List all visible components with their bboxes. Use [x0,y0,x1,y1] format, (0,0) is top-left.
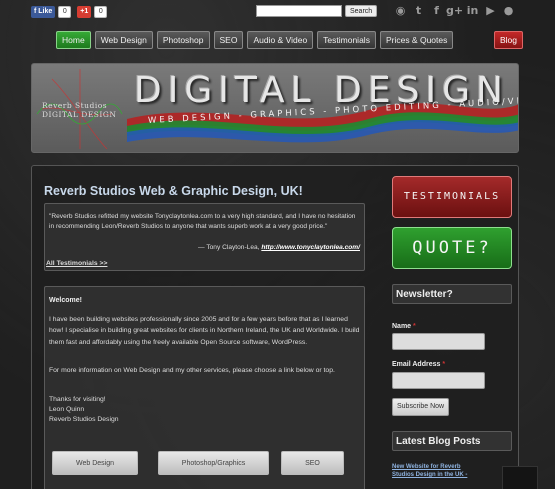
signoff-line: Leon Quinn [49,406,85,413]
twitter-icon[interactable]: t [412,4,425,17]
search-input[interactable] [256,5,342,17]
social-share-bar: f Like 0 +1 0 [31,5,108,18]
nav-item-testimonials[interactable]: Testimonials [317,31,376,49]
google-plus-icon[interactable]: g+ [446,4,463,17]
name-label-text: Name [392,323,412,330]
testimonial-attribution: — Tony Clayton-Lea, http://www.tonyclayt… [198,244,360,251]
logo-line-2: DIGITAL DESIGN [42,110,117,119]
rss-icon[interactable]: ◉ [394,4,407,17]
email-label-text: Email Address [392,361,441,368]
nav-item-blog[interactable]: Blog [494,31,524,49]
quote-button[interactable]: QUOTE? [392,227,512,269]
seo-button[interactable]: SEO [281,451,344,475]
service-buttons: Web Design Photoshop/Graphics SEO [52,451,352,476]
required-marker: * [442,361,446,368]
latest-blog-posts-heading: Latest Blog Posts [392,431,512,451]
welcome-paragraph-2: For more information on Web Design and m… [49,367,335,374]
social-icons-bar: ◉ t f g+ in ▶ ● [394,4,515,17]
blog-post-link[interactable]: New Website for Reverb Studios Design in… [392,463,470,479]
email-field[interactable] [392,372,485,389]
nav-item-audio-video[interactable]: Audio & Video [247,31,314,49]
main-nav: Home Web Design Photoshop SEO Audio & Vi… [56,31,454,49]
name-field[interactable] [392,333,485,350]
nav-item-home[interactable]: Home [56,31,91,49]
blog-post-thumbnail[interactable] [502,466,538,489]
email-label: Email Address * [392,361,445,368]
nav-item-web-design[interactable]: Web Design [94,31,153,49]
search-button[interactable]: Search [345,5,378,17]
name-label: Name * [392,323,416,330]
content-panel: Reverb Studios Web & Graphic Design, UK!… [31,165,538,489]
newsletter-heading: Newsletter? [392,284,512,304]
photoshop-graphics-button[interactable]: Photoshop/Graphics [158,451,269,475]
all-testimonials-link[interactable]: All Testimonials >> [46,260,107,267]
required-marker: * [413,323,416,330]
subscribe-button[interactable]: Subscribe Now [392,398,450,416]
nav-item-prices-quotes[interactable]: Prices & Quotes [379,31,454,49]
welcome-signoff: Thanks for visiting! Leon Quinn Reverb S… [49,395,362,425]
header-banner: Reverb Studios DIGITAL DESIGN DIGITAL DE… [31,63,519,153]
welcome-title: Welcome! [49,297,82,304]
facebook-like-count: 0 [58,5,72,18]
signoff-line: Reverb Studios Design [49,416,119,423]
google-plus-count: 0 [94,5,108,18]
google-plus-button[interactable]: +1 [77,5,92,18]
testimonial-author: — Tony Clayton-Lea, [198,244,260,251]
facebook-icon[interactable]: f [430,4,443,17]
testimonial-quote: "Reverb Studios refitted my website Tony… [49,213,356,230]
facebook-like-button[interactable]: f Like [31,5,56,18]
nav-item-seo[interactable]: SEO [213,31,244,49]
search-form: Search [256,5,378,17]
testimonials-button[interactable]: TESTIMONIALS [392,176,512,218]
linkedin-icon[interactable]: in [466,4,479,17]
welcome-paragraph-1: I have been building websites profession… [49,316,360,346]
testimonial-link[interactable]: http://www.tonyclaytonlea.com/ [261,244,360,251]
signoff-line: Thanks for visiting! [49,396,106,403]
page-title: Reverb Studios Web & Graphic Design, UK! [44,184,303,198]
web-design-button[interactable]: Web Design [52,451,138,475]
facebook-like-widget[interactable]: f Like 0 [31,5,72,18]
facebook-like-label: Like [38,8,53,15]
google-plus-widget[interactable]: +1 0 [77,5,108,18]
nav-item-photoshop[interactable]: Photoshop [156,31,210,49]
youtube-icon[interactable]: ▶ [484,4,497,17]
flickr-icon[interactable]: ● [502,4,515,17]
logo-line-1: Reverb Studios [42,101,108,110]
